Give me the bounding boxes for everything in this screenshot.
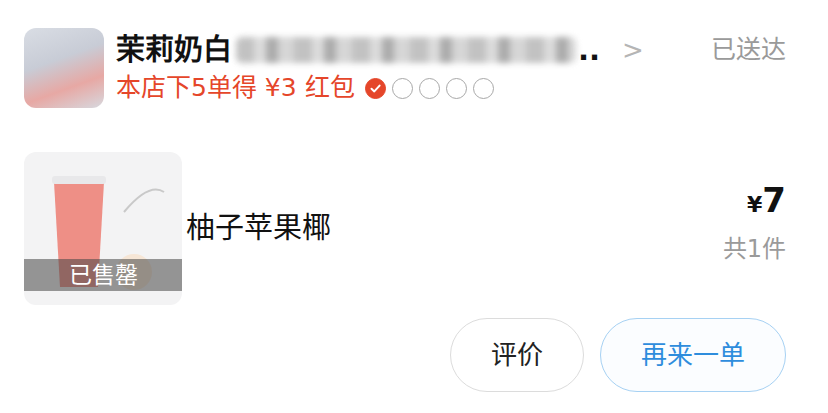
blurred-text	[236, 37, 576, 63]
price: ¥7	[723, 182, 786, 221]
check-icon	[369, 82, 382, 95]
price-amount: 7	[762, 180, 786, 220]
store-name[interactable]: 茉莉奶白	[116, 32, 232, 68]
chevron-icon[interactable]: >	[622, 34, 644, 67]
store-header[interactable]: 茉莉奶白.. > 已送达本店下5单得 ¥3 红包	[24, 28, 786, 108]
promo-progress	[359, 78, 494, 99]
progress-dot	[392, 78, 413, 99]
product-row[interactable]: 已售罄柚子苹果椰 ¥7 共1件	[24, 152, 786, 305]
promo-text: 本店下5单得 ¥3 红包	[116, 72, 355, 105]
price-block: ¥7 共1件	[723, 152, 786, 267]
currency: ¥	[747, 192, 762, 217]
progress-dot	[365, 78, 386, 99]
promo-row: 本店下5单得 ¥3 红包	[116, 72, 786, 105]
order-status: 已送达	[695, 34, 786, 65]
store-logo[interactable]	[24, 28, 104, 108]
product-image[interactable]: 已售罄	[24, 152, 182, 305]
progress-dot	[446, 78, 467, 99]
store-info: 茉莉奶白.. > 已送达本店下5单得 ¥3 红包	[116, 32, 786, 105]
progress-dot	[419, 78, 440, 99]
store-title-row[interactable]: 茉莉奶白.. > 已送达	[116, 32, 786, 68]
item-count: 共1件	[723, 231, 786, 267]
name-ellipsis: ..	[578, 32, 600, 68]
progress-dot	[473, 78, 494, 99]
product-name[interactable]: 柚子苹果椰	[186, 210, 331, 248]
review-button[interactable]: 评价	[450, 318, 584, 392]
reorder-button[interactable]: 再来一单	[600, 318, 786, 392]
action-bar: 评价再来一单	[24, 318, 786, 392]
sold-out-badge: 已售罄	[24, 259, 182, 291]
